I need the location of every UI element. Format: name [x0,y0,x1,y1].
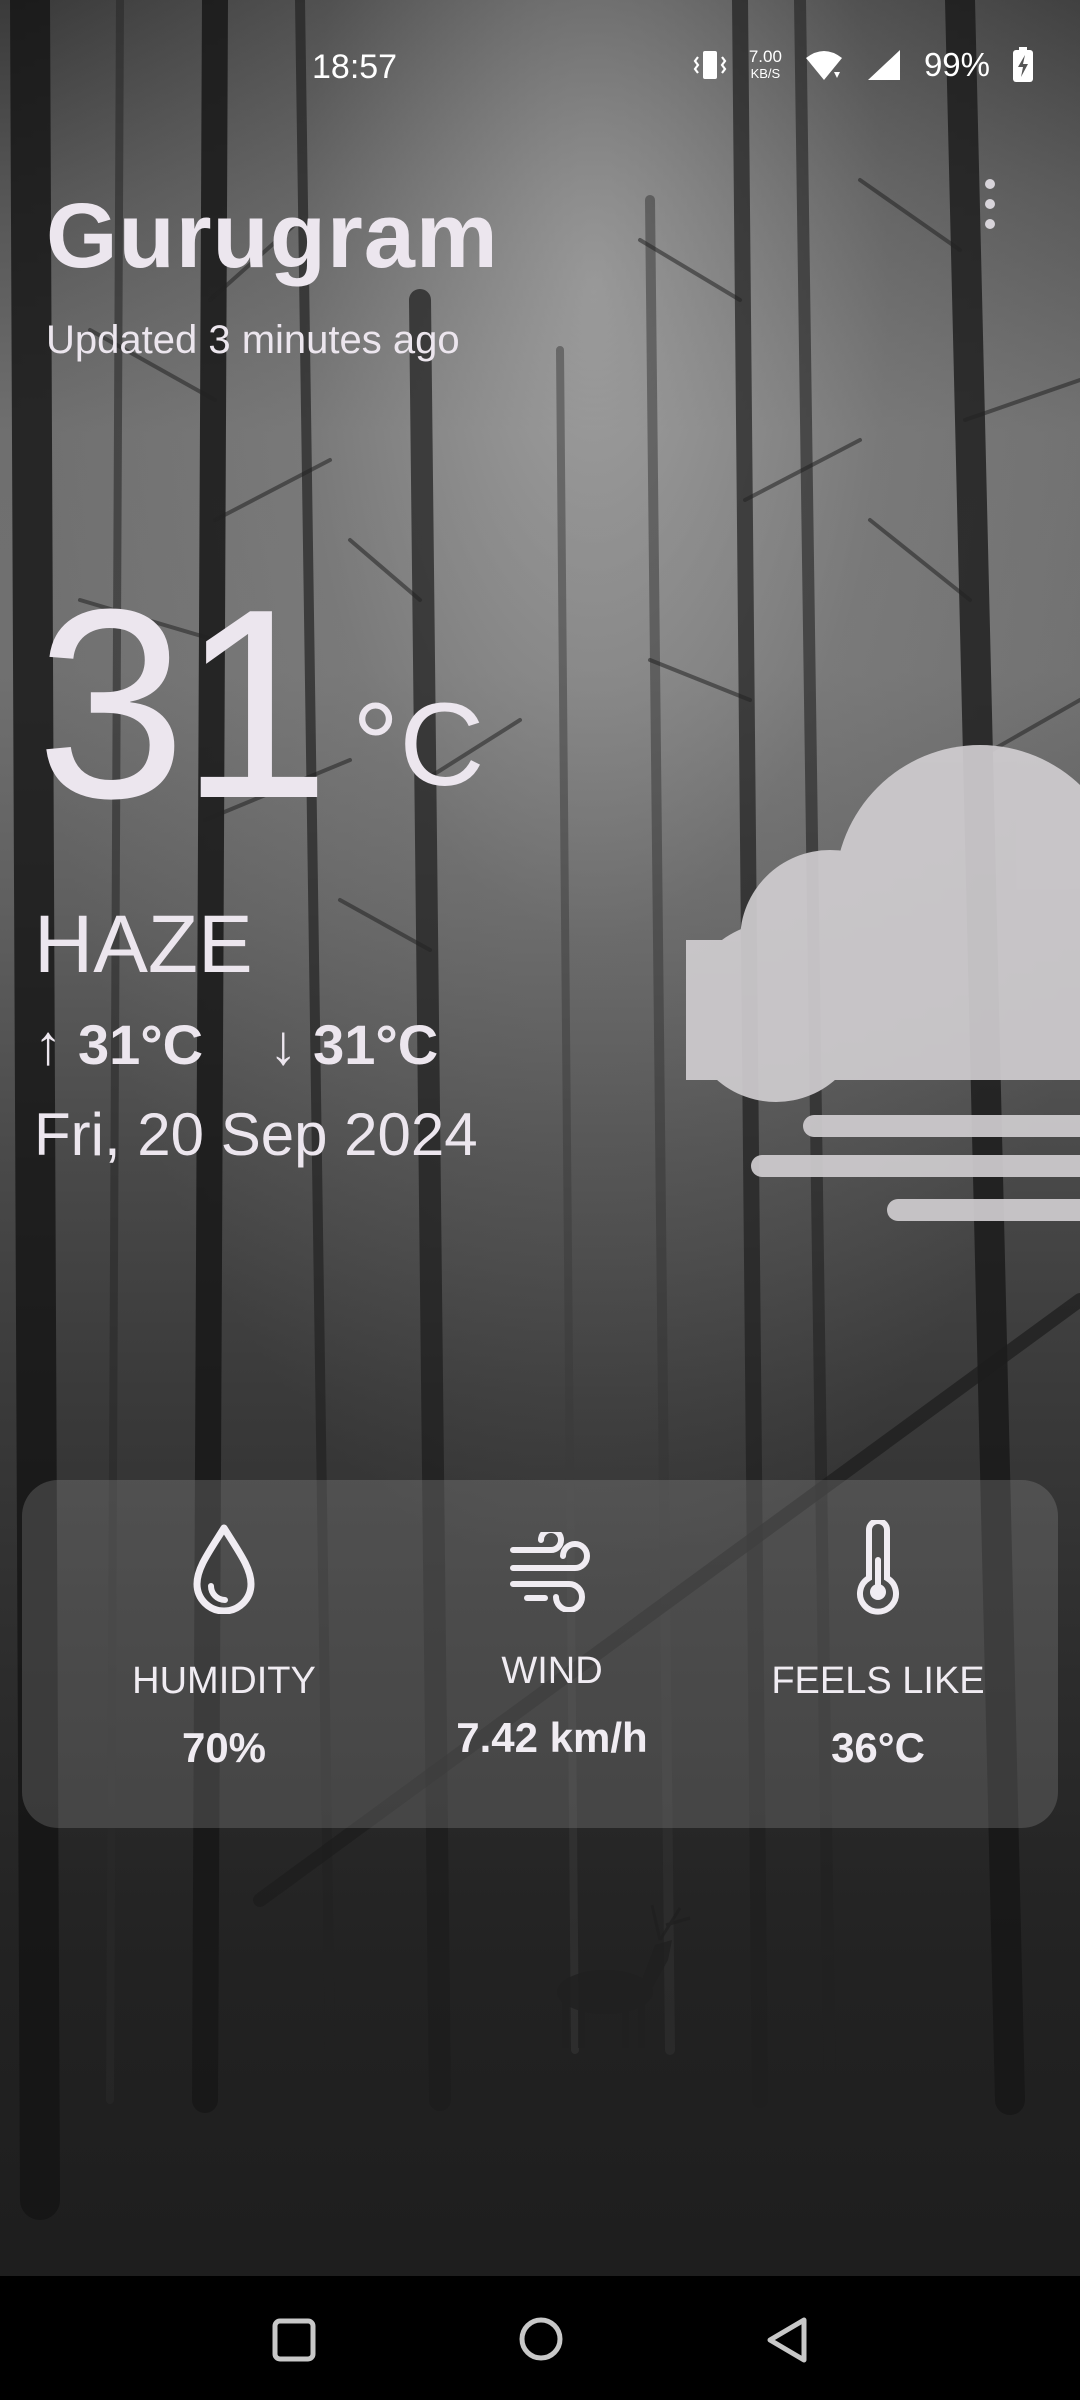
current-date: Fri, 20 Sep 2024 [34,1101,478,1168]
status-icons: 7.00 KB/S 99% [693,46,1034,84]
wind-icon [510,1532,590,1612]
humidity-stat: HUMIDITY 70% [54,1480,394,1828]
network-speed-value: 7.00 [748,47,782,66]
network-speed: 7.00 KB/S [749,48,782,82]
low-temperature: 31°C [313,1013,439,1076]
drop-icon [193,1524,255,1614]
temperature-unit: °C [352,679,485,811]
humidity-label: HUMIDITY [132,1660,316,1702]
high-low-temperature: ↑ 31°C ↓ 31°C [34,1012,438,1077]
home-button[interactable] [518,2316,564,2362]
current-temperature: 31 [36,554,330,855]
wind-value: 7.42 km/h [456,1714,648,1761]
recents-button[interactable] [272,2318,316,2362]
wind-stat: WIND 7.42 km/h [382,1480,722,1828]
back-button[interactable] [764,2316,810,2364]
wind-label: WIND [501,1650,603,1692]
low-arrow-icon: ↓ [269,1013,298,1076]
battery-charging-icon [1013,47,1033,82]
status-time: 18:57 [312,48,398,86]
weather-condition: HAZE [34,899,253,990]
weather-details-card: HUMIDITY 70% WIND 7.42 km/h FEELS LIKE 3… [22,1480,1058,1828]
thermometer-icon [857,1520,899,1615]
feels-like-label: FEELS LIKE [771,1660,985,1702]
city-name: Gurugram [46,185,499,287]
weather-screen: 18:57 7.00 KB/S 99% Gurugram Updated 3 m… [0,0,1080,2400]
signal-icon [867,50,900,80]
navigation-bar [0,2276,1080,2400]
high-temperature: 31°C [78,1013,204,1076]
battery-percentage: 99% [923,46,990,83]
status-bar: 18:57 7.00 KB/S 99% [0,0,1080,140]
wifi-icon [805,51,842,80]
vibrate-icon [693,51,727,79]
humidity-value: 70% [181,1724,267,1771]
high-arrow-icon: ↑ [34,1013,62,1076]
haze-cloud-icon [686,745,1080,1221]
more-options-button[interactable] [970,170,1010,240]
network-speed-unit: KB/S [750,66,781,81]
feels-like-value: 36°C [831,1724,925,1771]
last-updated: Updated 3 minutes ago [46,318,460,362]
feels-like-stat: FEELS LIKE 36°C [708,1480,1048,1828]
